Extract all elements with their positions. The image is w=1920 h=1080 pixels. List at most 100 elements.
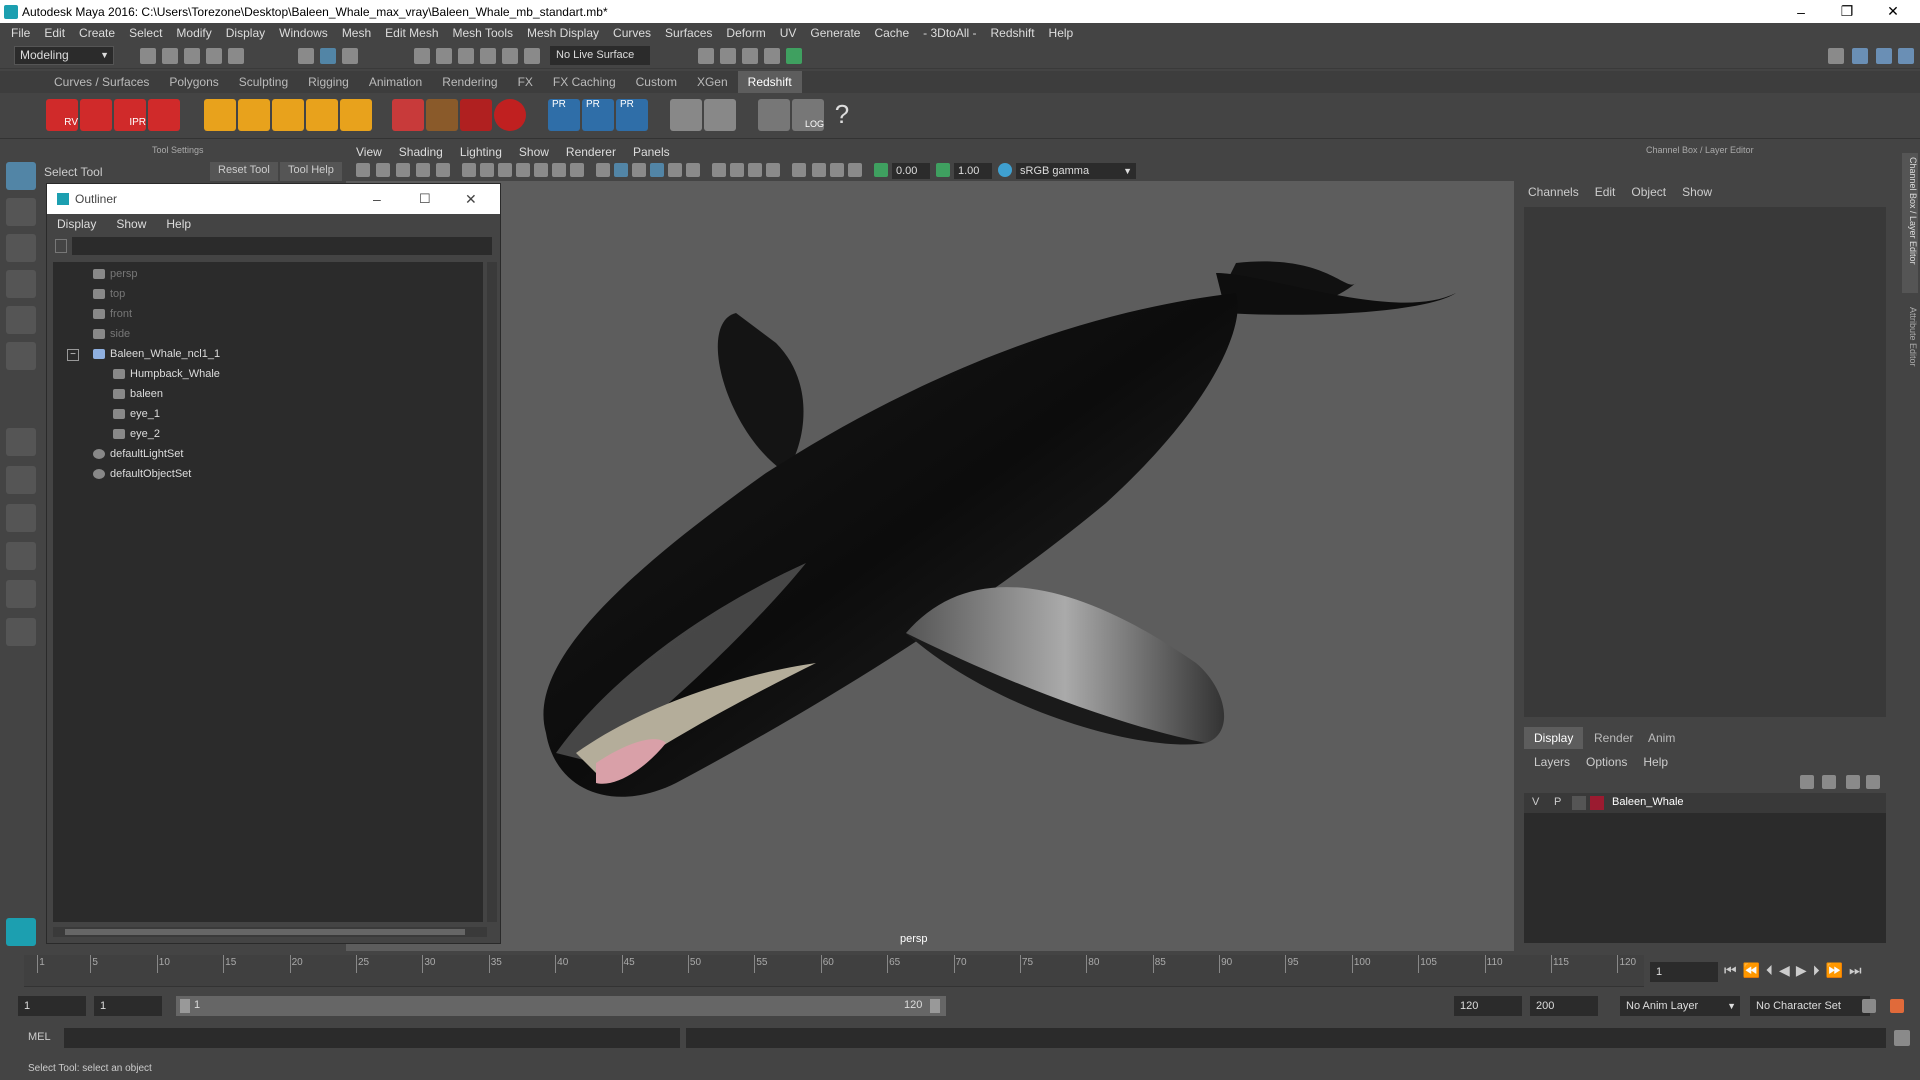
color-management-icon[interactable] [998,163,1012,177]
tab-render[interactable]: Render [1584,727,1643,749]
exposure-icon[interactable] [874,163,888,177]
proxy-icon[interactable] [392,99,424,131]
layout-icon[interactable] [1828,48,1844,64]
wireframe-icon[interactable] [596,163,610,177]
tab-custom[interactable]: Custom [626,71,687,93]
pr-icon-3[interactable]: PR [616,99,648,131]
anim-layer-dropdown[interactable]: No Anim Layer ▼ [1620,996,1740,1016]
vp-menu-renderer[interactable]: Renderer [566,145,616,159]
save-scene-icon[interactable] [184,48,200,64]
tab-attribute-editor[interactable]: Attribute Editor [1902,303,1918,403]
outliner-item-eye-2[interactable]: eye_2 [113,424,160,444]
rotate-tool-icon[interactable] [6,306,36,334]
gamma-field[interactable]: 1.00 [954,163,992,179]
step-forward-key-icon[interactable]: ⏩ [1826,962,1843,979]
whale-model[interactable] [346,143,1514,951]
minimize-button[interactable]: – [1778,0,1824,23]
snap-point-icon[interactable] [458,48,474,64]
shadows-icon[interactable] [686,163,700,177]
light-area-icon[interactable] [238,99,270,131]
lasso-tool-icon[interactable] [6,198,36,226]
outliner-item-side[interactable]: side [93,324,130,344]
menu-mesh-display[interactable]: Mesh Display [520,26,606,40]
render-ipr-icon[interactable] [720,48,736,64]
smooth-shade-icon[interactable] [614,163,628,177]
character-set-dropdown[interactable]: No Character Set [1750,996,1870,1016]
layer-color-swatch[interactable] [1590,796,1604,810]
lights-icon[interactable] [668,163,682,177]
resolution-gate-icon[interactable] [498,163,512,177]
cb-menu-channels[interactable]: Channels [1528,185,1579,199]
colorspace-dropdown[interactable]: sRGB gamma ▼ [1016,163,1136,179]
vp-menu-panels[interactable]: Panels [633,145,670,159]
step-back-key-icon[interactable]: ⏪ [1743,962,1760,979]
scale-tool-icon[interactable] [6,342,36,370]
menu-display[interactable]: Display [219,26,272,40]
play-forward-icon[interactable]: ▶ [1796,962,1807,979]
light-spot-icon[interactable] [272,99,304,131]
film-gate-icon[interactable] [480,163,494,177]
tab-rigging[interactable]: Rigging [298,71,359,93]
pencil-icon[interactable] [436,163,450,177]
hypershade-icon[interactable] [764,48,780,64]
menu-edit[interactable]: Edit [37,26,72,40]
render-frame-icon[interactable] [698,48,714,64]
log-icon[interactable]: LOG [792,99,824,131]
xray-icon[interactable] [812,163,826,177]
command-input[interactable] [64,1028,680,1048]
cb-menu-show[interactable]: Show [1682,185,1712,199]
go-to-end-icon[interactable]: ⏭ [1849,962,1862,979]
textured-icon[interactable] [650,163,664,177]
select-hierarchy-icon[interactable] [298,48,314,64]
new-layer-selected-icon[interactable] [1866,775,1880,789]
pr-icon-2[interactable]: PR [582,99,614,131]
vp-menu-lighting[interactable]: Lighting [460,145,502,159]
outliner-menu-show[interactable]: Show [116,217,146,231]
menu-uv[interactable]: UV [773,26,804,40]
light-sun-icon[interactable] [340,99,372,131]
xray-components-icon[interactable] [848,163,862,177]
help-icon[interactable]: ? [826,99,858,131]
layer-type-toggle[interactable] [1572,796,1586,810]
select-component-icon[interactable] [342,48,358,64]
close-icon[interactable]: ✕ [465,191,477,208]
xray-joints-icon[interactable] [830,163,844,177]
gamma-icon[interactable] [936,163,950,177]
collapse-icon[interactable]: − [67,349,79,361]
antialias-icon[interactable] [748,163,762,177]
hypershade-view-icon[interactable] [6,618,36,646]
select-tool-icon[interactable] [6,162,36,190]
outliner-item-default-light-set[interactable]: defaultLightSet [93,444,183,464]
script-editor-icon[interactable] [1894,1030,1910,1046]
range-start-handle[interactable] [180,999,190,1013]
redshift-settings-icon[interactable] [148,99,180,131]
tab-redshift[interactable]: Redshift [737,71,802,93]
outliner-item-eye-1[interactable]: eye_1 [113,404,160,424]
outliner-item-top[interactable]: top [93,284,125,304]
layer-menu-layers[interactable]: Layers [1534,755,1570,769]
outliner-view-icon[interactable] [6,542,36,570]
outliner-horizontal-scrollbar[interactable] [53,927,487,937]
outliner-search-input[interactable] [72,237,492,255]
script-editor-icon[interactable] [758,99,790,131]
menu-deform[interactable]: Deform [719,26,772,40]
range-end-handle[interactable] [930,999,940,1013]
close-button[interactable]: ✕ [1870,0,1916,23]
end-time-field[interactable]: 200 [1530,996,1598,1016]
vp-menu-shading[interactable]: Shading [399,145,443,159]
light-dome-icon[interactable] [306,99,338,131]
menu-generate[interactable]: Generate [803,26,867,40]
magnet-icon[interactable] [524,48,540,64]
snap-view-icon[interactable] [480,48,496,64]
range-bar[interactable]: 1 120 [176,996,946,1016]
camera-attr-icon[interactable] [376,163,390,177]
layer-menu-options[interactable]: Options [1586,755,1627,769]
tab-sculpting[interactable]: Sculpting [229,71,298,93]
render-settings-icon[interactable] [742,48,758,64]
restore-button[interactable]: ❐ [1824,0,1870,23]
four-view-icon[interactable] [6,466,36,494]
layer-playback-toggle[interactable]: P [1554,796,1561,808]
outliner-titlebar[interactable]: Outliner – ☐ ✕ [47,184,500,214]
bowl-icon-1[interactable] [670,99,702,131]
menu-redshift[interactable]: Redshift [984,26,1042,40]
